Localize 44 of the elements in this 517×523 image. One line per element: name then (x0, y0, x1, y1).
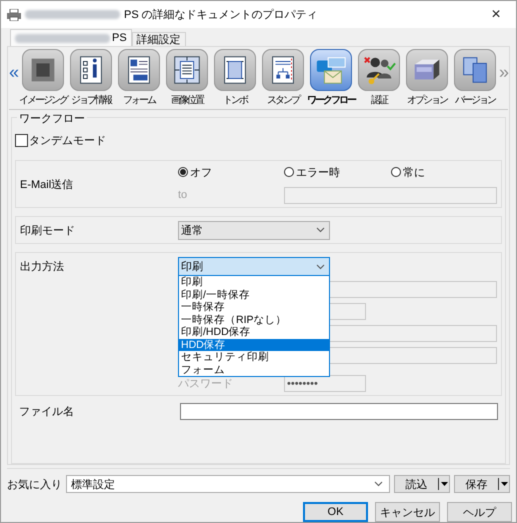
close-button[interactable]: × (476, 1, 516, 28)
tab[interactable]: 詳細設定 (132, 32, 186, 46)
field-label: 出力方法 (19, 260, 65, 275)
field-label: パスワード (178, 377, 234, 392)
dropdown-option[interactable]: セキュリティ印刷 (179, 351, 329, 364)
save-button[interactable]: 保存 (454, 475, 510, 493)
radio-label: エラー時 (296, 166, 340, 180)
dropdown-option[interactable]: 一時保存（RIPなし） (179, 314, 329, 326)
radio-button[interactable] (391, 167, 401, 177)
dialog-button[interactable]: キャンセル (375, 502, 440, 522)
dropdown-option[interactable]: 印刷/HDD保存 (179, 326, 329, 338)
dialog-button[interactable]: ヘルプ (447, 502, 512, 522)
favorites-label: お気に入り (7, 478, 62, 492)
chevron-icon (316, 227, 325, 233)
window-title: PS の詳細なドキュメントのプロパティ (124, 8, 318, 22)
radio-label: オフ (190, 166, 212, 180)
chevron-icon (316, 264, 325, 270)
field-label: E-Mail送信 (19, 178, 74, 192)
caret-icon (500, 482, 508, 486)
dropdown[interactable]: 通常 (178, 220, 330, 240)
checkbox-label: タンデムモード (29, 134, 106, 148)
printer-icon (7, 8, 21, 20)
radio-label: 常に (403, 166, 425, 180)
caret-icon (440, 482, 448, 486)
scroll-left-button[interactable]: « (9, 63, 19, 81)
radio-button[interactable] (178, 167, 188, 177)
radio-button[interactable] (284, 167, 294, 177)
favorites-dropdown[interactable]: 標準設定 (66, 475, 390, 493)
field-label: 印刷モード (19, 224, 76, 238)
dropdown-option[interactable]: 印刷/一時保存 (179, 288, 329, 301)
to-label: to (178, 189, 188, 201)
group-title: ワークフロー (17, 111, 87, 126)
chevron-icon (374, 481, 383, 487)
load-button[interactable]: 読込 (394, 475, 450, 493)
tab[interactable]: PS (10, 29, 132, 46)
dropdown-option[interactable]: 印刷 (179, 276, 329, 288)
dialog-button[interactable]: OK (303, 502, 368, 522)
checkbox[interactable] (15, 134, 28, 146)
file-name-field[interactable] (180, 402, 498, 420)
dropdown-option[interactable]: フォーム (179, 364, 329, 376)
field-label: ファイル名 (18, 404, 75, 418)
dropdown-option[interactable]: HDD保存 (179, 338, 329, 351)
dropdown[interactable]: 印刷 (178, 257, 330, 276)
dropdown-option[interactable]: 一時保存 (179, 301, 329, 314)
